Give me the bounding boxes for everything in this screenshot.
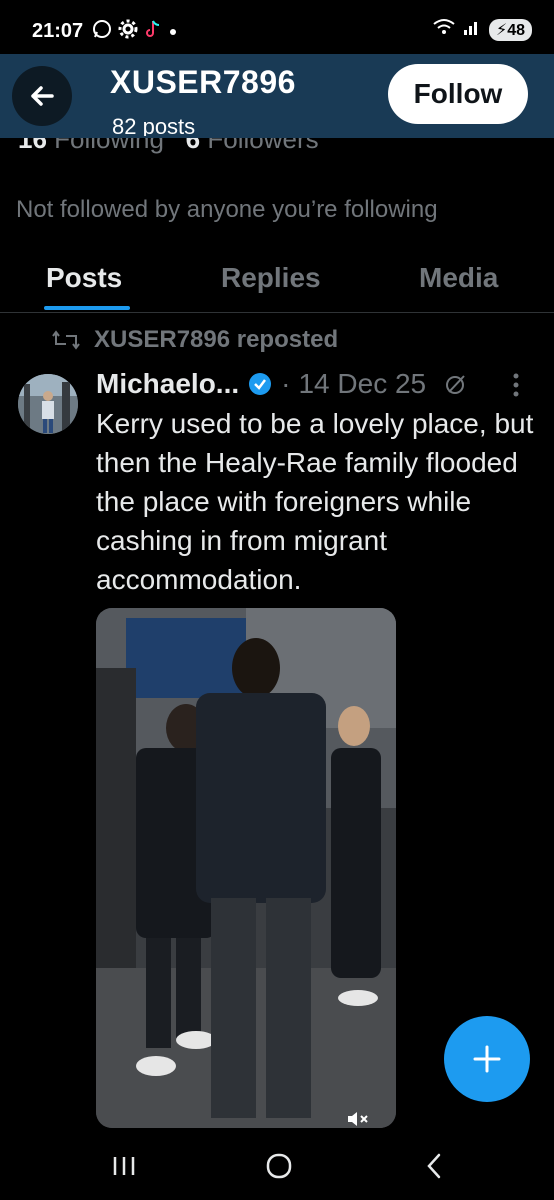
follow-button[interactable]: Follow	[388, 64, 528, 124]
post-separator: ·	[281, 368, 291, 399]
back-button[interactable]	[12, 66, 72, 126]
home-button[interactable]	[259, 1146, 299, 1186]
compose-post-button[interactable]	[444, 1016, 530, 1102]
chevron-left-icon	[427, 1153, 441, 1179]
status-system-icons: ⚡48	[433, 18, 532, 41]
dot-icon	[168, 21, 178, 42]
tabs-divider	[0, 312, 554, 313]
grok-icon[interactable]	[444, 372, 468, 396]
battery-indicator: ⚡48	[488, 18, 532, 41]
wifi-icon	[433, 18, 455, 41]
repost-icon	[52, 330, 80, 350]
home-icon	[266, 1153, 292, 1179]
post-header: Michaelo... · 14 Dec 25	[96, 368, 468, 400]
tab-replies[interactable]: Replies	[221, 262, 321, 294]
post-video[interactable]	[96, 608, 396, 1128]
status-time: 21:07	[32, 20, 84, 42]
mutual-followers-text: Not followed by anyone you’re following	[16, 196, 438, 223]
recent-apps-button[interactable]	[104, 1146, 144, 1186]
signal-icon	[463, 18, 481, 41]
profile-name: XUSER7896	[110, 64, 296, 100]
post-text: Kerry used to be a lovely place, but the…	[96, 408, 534, 595]
repost-text[interactable]: XUSER7896 reposted	[94, 326, 338, 354]
battery-level: 48	[507, 21, 525, 39]
tab-media[interactable]: Media	[419, 262, 498, 294]
verified-badge-icon	[249, 373, 272, 395]
post-count: 82 posts	[112, 114, 196, 136]
avatar[interactable]	[18, 374, 78, 434]
back-nav-button[interactable]	[414, 1146, 454, 1186]
tiktok-icon	[144, 19, 162, 44]
whatsapp-icon	[92, 19, 112, 44]
post-date[interactable]: 14 Dec 25	[298, 368, 426, 400]
post-author-name[interactable]: Michaelo...	[96, 368, 239, 400]
active-tab-indicator	[44, 306, 130, 310]
more-options-icon[interactable]	[512, 372, 520, 405]
recent-apps-icon	[113, 1157, 135, 1175]
tab-posts[interactable]: Posts	[46, 262, 122, 294]
repost-indicator: XUSER7896 reposted	[52, 326, 338, 354]
gear-icon	[118, 19, 138, 44]
arrow-left-icon	[31, 86, 54, 106]
status-notification-icons	[92, 19, 178, 44]
plus-icon	[473, 1045, 501, 1073]
